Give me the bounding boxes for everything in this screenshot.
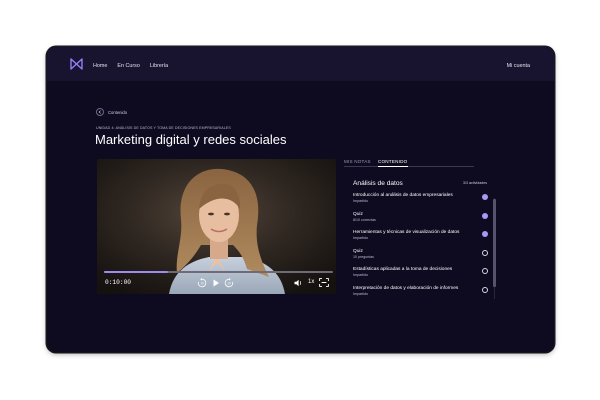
content-item-subtitle: 8/10 correctas [353, 217, 376, 222]
unit-label: UNIDAD 4: ANÁLISIS DE DATOS Y TOMA DE DE… [96, 126, 231, 130]
tab-mis-notas[interactable]: MIS NOTAS [344, 159, 371, 164]
scrollbar-thumb[interactable] [493, 199, 496, 287]
content-item-subtitle: 10 preguntas [353, 254, 374, 259]
content-item[interactable]: Introducción al análisis de datos empres… [353, 193, 491, 211]
content-item-title: Quiz [353, 211, 363, 217]
account-link[interactable]: Mi cuenta [507, 63, 530, 69]
logo-icon[interactable] [70, 58, 83, 70]
back-arrow-icon [96, 108, 104, 116]
panel-tabs: MIS NOTAS CONTENIDO [344, 157, 474, 167]
content-item-subtitle: Impartido [353, 292, 368, 296]
completed-check-icon [482, 212, 488, 225]
fast-forward-icon[interactable]: 10 [224, 278, 234, 288]
nav-item-en-curso[interactable]: En Curso [117, 63, 139, 69]
rewind-icon[interactable]: 10 [197, 278, 207, 288]
video-progress-bar[interactable] [104, 271, 333, 273]
tab-contenido[interactable]: CONTENIDO [378, 159, 407, 164]
content-item[interactable]: Quiz 8/10 correctas [353, 212, 491, 230]
content-item-subtitle: Impartido [353, 273, 368, 278]
back-button[interactable]: Contenido [96, 108, 127, 116]
app-window: Home En Curso Librería Mi cuenta Conteni… [47, 47, 554, 352]
content-item[interactable]: Quiz 10 preguntas [353, 249, 491, 267]
completed-check-icon [482, 194, 488, 206]
pending-circle-icon [482, 268, 488, 275]
content-item[interactable]: Interpretación de datos y elaboración de… [353, 286, 491, 300]
content-item-subtitle: Impartido [353, 236, 368, 241]
svg-text:10: 10 [227, 282, 231, 286]
main-nav: Home En Curso Librería [93, 63, 168, 69]
svg-text:10: 10 [200, 282, 204, 286]
pending-circle-icon [482, 287, 488, 293]
content-item[interactable]: Herramientas y técnicas de visualización… [353, 230, 491, 248]
nav-item-home[interactable]: Home [93, 63, 107, 69]
completed-check-icon [482, 231, 488, 243]
nav-item-libreria[interactable]: Librería [150, 63, 168, 69]
active-tab-indicator [378, 166, 408, 167]
content-item[interactable]: Estadísticas aplicadas a la toma de deci… [353, 267, 491, 285]
activity-count: 3/3 actividades [463, 181, 487, 185]
content-list: Análisis de datos 3/3 actividades Introd… [353, 180, 496, 300]
top-navigation-bar: Home En Curso Librería Mi cuenta [47, 47, 554, 81]
pending-circle-icon [482, 249, 488, 256]
content-item-title: Herramientas y técnicas de visualización… [353, 230, 460, 236]
page-title: Marketing digital y redes sociales [95, 132, 287, 147]
video-player[interactable]: 0:10:00 10 10 1x [97, 159, 336, 294]
volume-icon[interactable] [294, 279, 303, 287]
content-item-title: Quiz [353, 248, 363, 254]
video-frame-image [97, 159, 336, 294]
content-item-title: Introducción al análisis de datos empres… [353, 193, 453, 198]
playback-speed[interactable]: 1x [308, 279, 314, 285]
play-icon[interactable] [212, 279, 220, 287]
content-item-title: Estadísticas aplicadas a la toma de deci… [353, 267, 453, 273]
section-heading: Análisis de datos [353, 180, 403, 187]
video-progress-fill [104, 271, 169, 273]
video-time: 0:10:00 [105, 279, 131, 286]
content-item-title: Interpretación de datos y elaboración de… [353, 286, 459, 291]
back-label: Contenido [108, 109, 128, 115]
content-item-subtitle: Impartido [353, 199, 368, 203]
fullscreen-icon[interactable] [319, 278, 329, 287]
